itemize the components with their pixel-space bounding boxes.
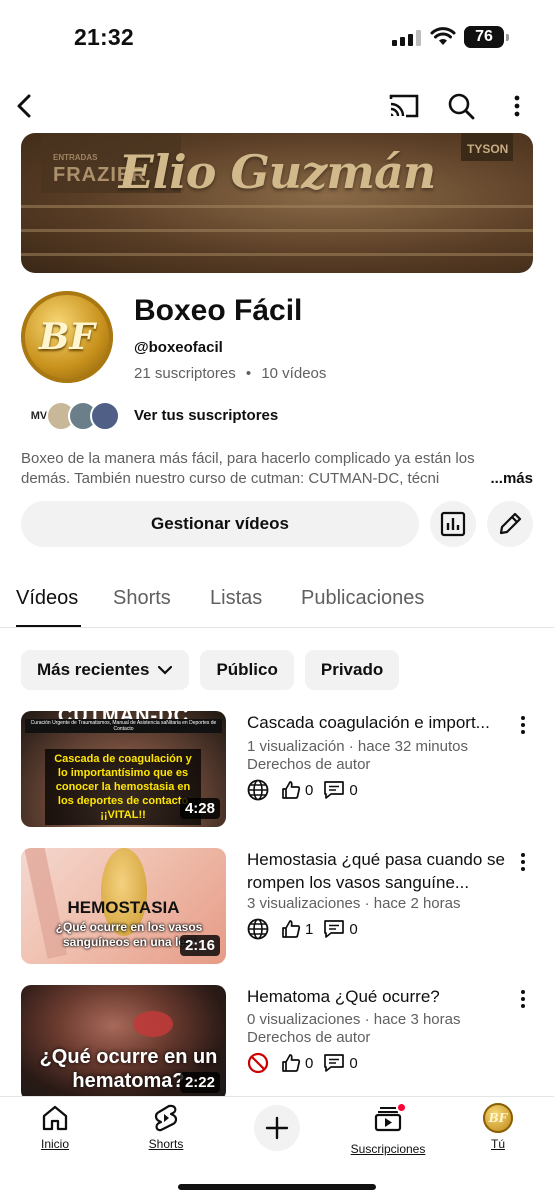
channel-description[interactable]: Boxeo de la manera más fácil, para hacer… — [21, 449, 533, 489]
search-icon — [448, 93, 475, 120]
video-thumbnail[interactable]: HEMOSTASIA ¿Qué ocurre en los vasos sang… — [21, 848, 226, 964]
notification-dot — [396, 1102, 407, 1113]
cast-icon — [389, 94, 419, 118]
nav-shorts[interactable]: Shorts — [121, 1103, 211, 1161]
nav-subscriptions[interactable]: Suscripciones — [342, 1102, 434, 1161]
video-title[interactable]: Hemostasia ¿qué pasa cuando se rompen lo… — [247, 848, 515, 894]
video-thumbnail[interactable]: CUTMAN-DC Curación Urgente de Traumatism… — [21, 711, 226, 827]
channel-banner[interactable]: ENTRADAS FRAZIER TYSON Elio Guzmán — [21, 133, 533, 273]
tab-videos[interactable]: Vídeos — [16, 587, 78, 610]
globe-icon — [247, 779, 269, 801]
comment-count: 0 — [349, 920, 358, 938]
more-vert-icon — [514, 95, 520, 117]
home-indicator — [178, 1184, 376, 1190]
analytics-icon — [440, 511, 466, 537]
status-bar: 21:32 76 — [0, 0, 554, 76]
wifi-icon — [430, 27, 456, 45]
thumbs-up-icon — [282, 1054, 301, 1072]
cast-button[interactable] — [386, 88, 422, 124]
back-button[interactable] — [6, 88, 42, 124]
like-count: 1 — [305, 920, 314, 938]
tab-playlists[interactable]: Listas — [210, 587, 262, 610]
like-count: 0 — [305, 1054, 314, 1072]
thumbs-up-icon — [282, 781, 301, 799]
video-item[interactable]: ¿Qué ocurre en un hematoma? 2:22 Hematom… — [21, 985, 533, 1102]
like-count: 0 — [305, 781, 314, 799]
edit-channel-button[interactable] — [487, 501, 533, 547]
subscriber-avatars[interactable]: MV — [24, 400, 120, 432]
filter-public-chip[interactable]: Público — [200, 650, 294, 690]
video-title[interactable]: Hematoma ¿Qué ocurre? — [247, 985, 515, 1008]
nav-home[interactable]: Inicio — [10, 1103, 100, 1161]
comment-count: 0 — [349, 781, 358, 799]
thumbs-up-icon — [282, 920, 301, 938]
channel-name: Boxeo Fácil — [134, 294, 303, 327]
back-arrow-icon — [17, 94, 31, 118]
more-link[interactable]: ...más — [472, 469, 533, 489]
see-subscribers-link[interactable]: Ver tus suscriptores — [134, 407, 278, 424]
video-item[interactable]: HEMOSTASIA ¿Qué ocurre en los vasos sang… — [21, 848, 533, 965]
top-app-bar — [0, 88, 554, 124]
video-meta: 0 visualizaciones · hace 3 horas — [247, 1011, 461, 1028]
signal-icon — [392, 30, 421, 46]
filter-private-chip[interactable]: Privado — [304, 650, 400, 690]
create-button[interactable] — [254, 1105, 300, 1151]
video-menu-button[interactable] — [513, 713, 533, 737]
search-button[interactable] — [443, 88, 479, 124]
blocked-icon — [247, 1052, 269, 1074]
filter-chips: Más recientes Público Privado — [21, 650, 400, 690]
plus-icon — [265, 1116, 289, 1140]
video-thumbnail[interactable]: ¿Qué ocurre en un hematoma? 2:22 — [21, 985, 226, 1101]
video-rights: Derechos de autor — [247, 1029, 371, 1046]
video-title[interactable]: Cascada coagulación e import... — [247, 711, 515, 734]
video-stats: 0 0 — [247, 1052, 368, 1074]
nav-you[interactable]: BF Tú — [453, 1103, 543, 1161]
video-menu-button[interactable] — [513, 850, 533, 874]
video-item[interactable]: CUTMAN-DC Curación Urgente de Traumatism… — [21, 711, 533, 828]
profile-avatar: BF — [483, 1103, 513, 1133]
video-stats: 0 0 — [247, 779, 368, 801]
analytics-button[interactable] — [430, 501, 476, 547]
chevron-down-icon — [158, 665, 173, 675]
tab-posts[interactable]: Publicaciones — [301, 587, 424, 610]
status-time: 21:32 — [74, 24, 134, 50]
channel-avatar[interactable]: BF — [21, 291, 113, 383]
channel-handle: @boxeofacil — [134, 339, 223, 356]
more-vert-icon — [521, 990, 525, 1008]
sort-dropdown[interactable]: Más recientes — [21, 650, 190, 690]
more-options-button[interactable] — [499, 88, 535, 124]
home-icon — [42, 1105, 68, 1131]
video-count: 10 vídeos — [261, 365, 327, 382]
subscriber-count: 21 suscriptores — [134, 365, 236, 382]
video-meta: 1 visualización · hace 32 minutos — [247, 738, 468, 755]
shorts-icon — [154, 1104, 178, 1132]
globe-icon — [247, 918, 269, 940]
more-vert-icon — [521, 716, 525, 734]
manage-videos-button[interactable]: Gestionar vídeos — [21, 501, 419, 547]
video-stats: 1 0 — [247, 918, 368, 940]
channel-tabs: Vídeos Shorts Listas Publicaciones — [0, 582, 554, 628]
banner-title: Elio Guzmán — [118, 145, 436, 199]
tab-shorts[interactable]: Shorts — [113, 587, 171, 610]
video-menu-button[interactable] — [513, 987, 533, 1011]
pencil-icon — [499, 512, 522, 535]
comment-icon — [324, 781, 345, 799]
video-rights: Derechos de autor — [247, 756, 371, 773]
active-tab-indicator — [16, 625, 81, 627]
channel-stats: 21 suscriptores • 10 vídeos — [134, 365, 327, 382]
battery-icon: 76 — [464, 26, 509, 48]
comment-icon — [324, 1054, 345, 1072]
video-duration: 2:22 — [179, 1072, 220, 1093]
subscriber-avatar — [90, 401, 120, 431]
comment-icon — [324, 920, 345, 938]
battery-level-text: 76 — [475, 28, 493, 45]
video-duration: 2:16 — [179, 935, 220, 956]
more-vert-icon — [521, 853, 525, 871]
video-duration: 4:28 — [179, 798, 220, 819]
comment-count: 0 — [349, 1054, 358, 1072]
video-meta: 3 visualizaciones · hace 2 horas — [247, 895, 461, 912]
